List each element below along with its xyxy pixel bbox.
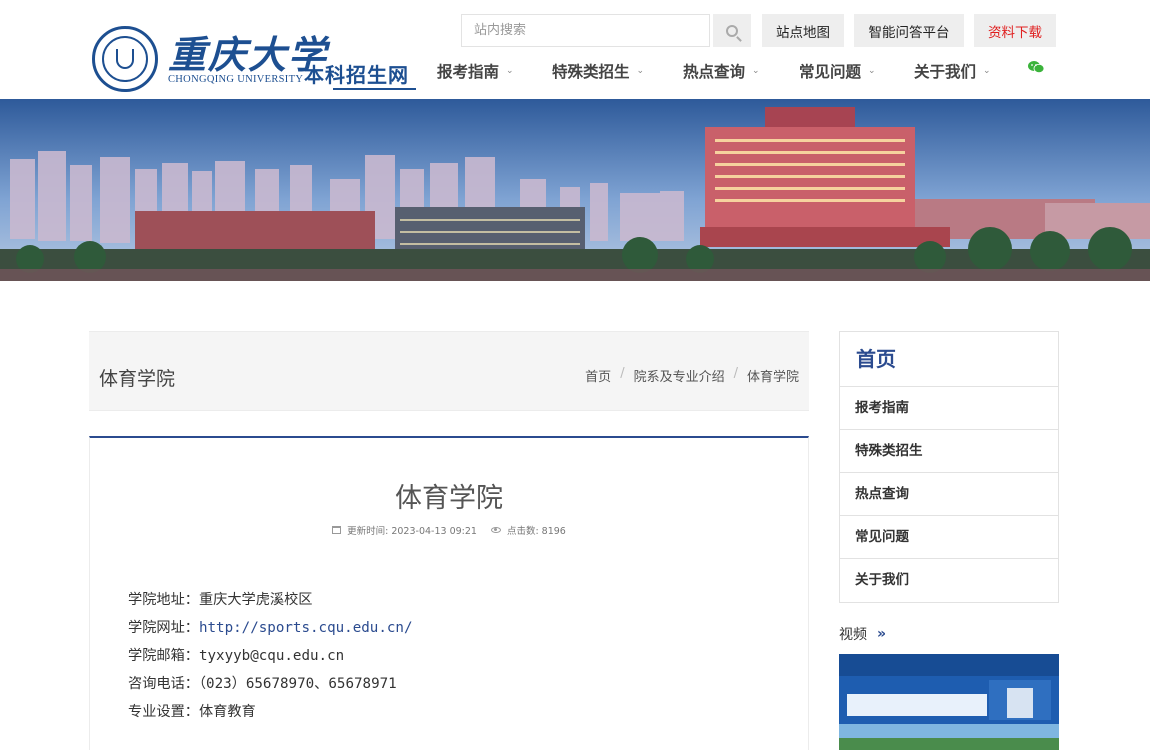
search-box	[461, 14, 710, 47]
breadcrumb-separator: /	[733, 366, 738, 381]
info-value: （023）65678970、65678971	[198, 676, 397, 692]
nav-item-label: 特殊类招生	[552, 63, 630, 81]
site-name: 本科招生网	[304, 63, 409, 87]
article-meta: 更新时间: 2023-04-13 09:21 点击数: 8196	[90, 523, 808, 537]
sidebar-item-home[interactable]: 首页	[840, 332, 1058, 387]
sidebar-item-hot-query[interactable]: 热点查询	[840, 473, 1058, 516]
page-title-bar: 体育学院 首页 / 院系及专业介绍 / 体育学院	[89, 331, 809, 411]
info-row-email: 学院邮箱：tyxyyb@cqu.edu.cn	[128, 642, 413, 670]
nav-item-special[interactable]: 特殊类招生 ⌄	[552, 60, 644, 82]
nav-item-guide[interactable]: 报考指南 ⌄	[437, 60, 514, 82]
site-name-underline	[333, 88, 416, 90]
search-input[interactable]	[462, 15, 709, 46]
sidebar-item-guide[interactable]: 报考指南	[840, 387, 1058, 430]
update-time: 更新时间: 2023-04-13 09:21	[332, 523, 477, 537]
chevron-down-icon: ⌄	[636, 66, 645, 76]
video-label-text: 视频	[839, 627, 867, 643]
sidebar-item-special[interactable]: 特殊类招生	[840, 430, 1058, 473]
nav-item-hot-query[interactable]: 热点查询 ⌄	[683, 60, 760, 82]
info-value: 重庆大学虎溪校区	[198, 592, 313, 608]
video-thumbnail[interactable]	[839, 654, 1059, 750]
video-thumbnail-illustration	[839, 654, 1059, 750]
article-panel: 体育学院 更新时间: 2023-04-13 09:21 点击数: 8196 学院…	[89, 436, 809, 750]
info-row-phone: 咨询电话：（023）65678970、65678971	[128, 670, 413, 698]
chevron-down-icon: ⌄	[983, 66, 991, 76]
info-label: 学院网址：	[128, 620, 199, 636]
nav-item-about[interactable]: 关于我们 ⌄	[914, 60, 991, 82]
view-count: 点击数: 8196	[490, 523, 566, 537]
site-header: 重庆大学 CHONGQING UNIVERSITY 本科招生网 站点地图 智能问…	[0, 0, 1150, 99]
info-label: 学院地址：	[128, 592, 199, 608]
university-logo[interactable]: 重庆大学 CHONGQING UNIVERSITY 本科招生网	[92, 24, 416, 94]
wechat-icon[interactable]	[1028, 60, 1044, 74]
view-count-text: 点击数: 8196	[506, 526, 566, 537]
sidebar-item-about[interactable]: 关于我们	[840, 559, 1058, 602]
nav-item-label: 关于我们	[914, 63, 977, 81]
campus-skyline-illustration	[0, 99, 1150, 281]
nav-item-label: 常见问题	[799, 63, 862, 81]
article-title: 体育学院	[395, 483, 503, 514]
chevron-down-icon: ⌄	[506, 66, 514, 76]
sitemap-button[interactable]: 站点地图	[762, 14, 844, 47]
info-label: 专业设置：	[128, 704, 199, 720]
breadcrumb-departments[interactable]: 院系及专业介绍	[634, 366, 725, 385]
college-info: 学院地址：重庆大学虎溪校区 学院网址：http://sports.cqu.edu…	[128, 586, 413, 726]
calendar-icon	[332, 526, 342, 534]
info-row-majors: 专业设置：体育教育	[128, 698, 413, 726]
breadcrumb-current[interactable]: 体育学院	[747, 366, 799, 385]
campus-banner-image	[0, 99, 1150, 281]
info-label: 咨询电话：	[128, 676, 199, 692]
info-row-address: 学院地址：重庆大学虎溪校区	[128, 586, 413, 614]
video-section-label[interactable]: 视频 »	[839, 624, 886, 644]
logo-en-name: CHONGQING UNIVERSITY	[168, 74, 304, 85]
sidebar-item-faq[interactable]: 常见问题	[840, 516, 1058, 559]
qa-platform-button[interactable]: 智能问答平台	[854, 14, 964, 47]
eye-icon	[490, 527, 501, 533]
update-time-text: 更新时间: 2023-04-13 09:21	[347, 526, 477, 537]
chevron-down-icon: ⌄	[752, 66, 760, 76]
university-seal-icon	[92, 26, 158, 92]
info-label: 学院邮箱：	[128, 648, 199, 664]
nav-item-faq[interactable]: 常见问题 ⌄	[799, 60, 876, 82]
search-icon	[726, 24, 738, 37]
info-value: 体育教育	[198, 704, 256, 720]
double-chevron-right-icon: »	[877, 626, 887, 642]
breadcrumb-separator: /	[620, 366, 625, 381]
info-row-website: 学院网址：http://sports.cqu.edu.cn/	[128, 614, 413, 642]
chevron-down-icon: ⌄	[868, 66, 876, 76]
info-value: tyxyyb@cqu.edu.cn	[198, 648, 345, 664]
nav-item-label: 热点查询	[683, 63, 746, 81]
breadcrumb: 首页 / 院系及专业介绍 / 体育学院	[585, 366, 799, 385]
sidebar-menu: 首页 报考指南 特殊类招生 热点查询 常见问题 关于我们	[839, 331, 1059, 603]
page-title: 体育学院	[99, 368, 176, 390]
download-button[interactable]: 资料下载	[974, 14, 1056, 47]
website-link[interactable]: http://sports.cqu.edu.cn/	[199, 620, 413, 636]
breadcrumb-home[interactable]: 首页	[585, 366, 611, 385]
nav-item-label: 报考指南	[437, 63, 500, 81]
search-button[interactable]	[713, 14, 751, 47]
